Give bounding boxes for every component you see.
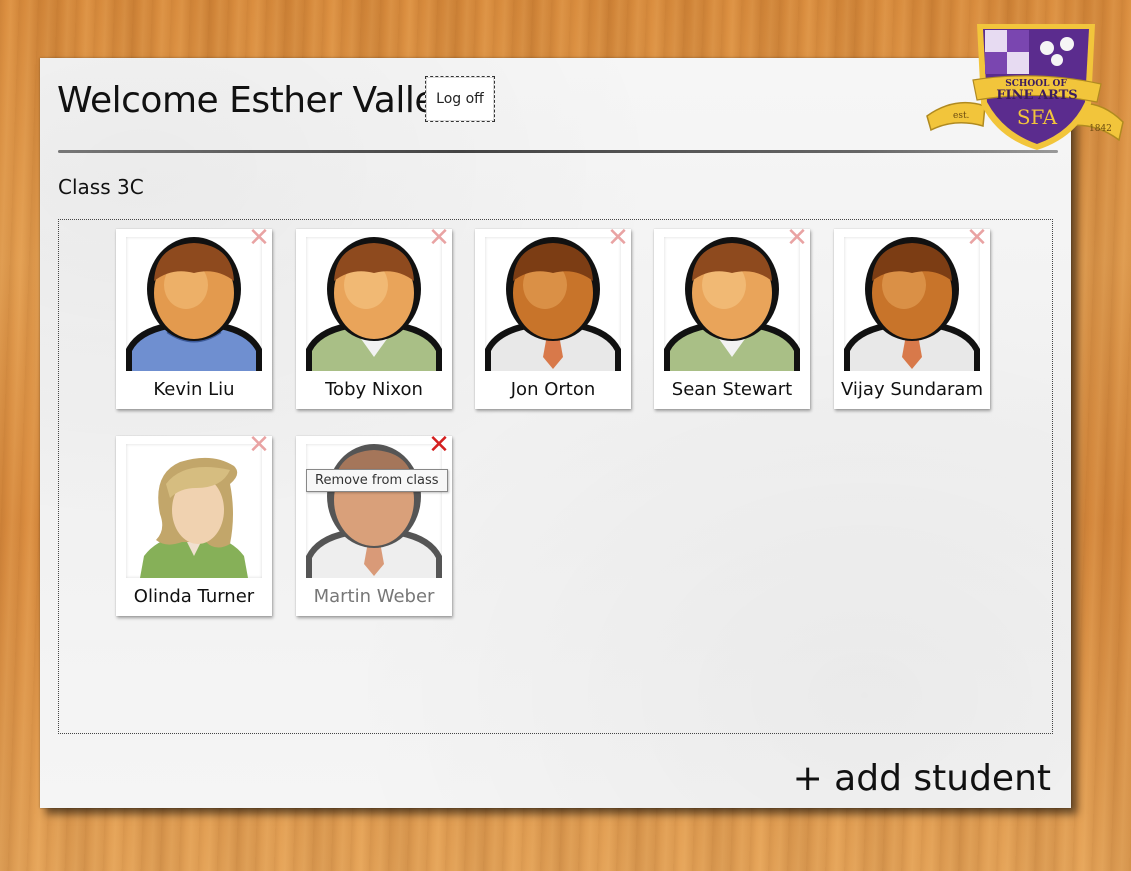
- remove-tooltip: Remove from class: [306, 469, 448, 492]
- student-card[interactable]: ✕ Kevin Liu: [116, 225, 272, 409]
- main-panel: Welcome Esther Valle! Log off Class 3C ✕…: [40, 58, 1071, 808]
- add-student-button[interactable]: + add student: [793, 758, 1051, 799]
- crest-monogram: SFA: [1017, 105, 1058, 129]
- student-name: Vijay Sundaram: [841, 379, 983, 400]
- remove-student-icon[interactable]: ✕: [428, 225, 450, 251]
- welcome-heading: Welcome Esther Valle!: [57, 80, 450, 121]
- male-cardigan-icon: [664, 237, 800, 371]
- header-divider: [58, 150, 1058, 153]
- remove-student-icon[interactable]: ✕: [966, 225, 988, 251]
- remove-student-icon[interactable]: ✕: [248, 432, 270, 458]
- crest-year: 1842: [1089, 124, 1112, 134]
- student-card[interactable]: ✕ Remove from class Martin Weber: [296, 432, 452, 616]
- student-name: Toby Nixon: [325, 379, 423, 400]
- student-roster: ✕ Kevin Liu ✕ Toby Nixon ✕ Jon Orton ✕ S…: [58, 219, 1053, 734]
- male-sweater-icon: [126, 237, 262, 371]
- student-card[interactable]: ✕ Toby Nixon: [296, 225, 452, 409]
- student-name: Martin Weber: [313, 586, 435, 607]
- male-shirt-tie-icon: [485, 237, 621, 371]
- student-card[interactable]: ✕ Sean Stewart: [654, 225, 810, 409]
- remove-student-icon[interactable]: ✕: [786, 225, 808, 251]
- student-name: Sean Stewart: [671, 379, 793, 400]
- remove-student-icon[interactable]: ✕: [607, 225, 629, 251]
- female-icon: [140, 457, 248, 578]
- student-card[interactable]: ✕ Jon Orton: [475, 225, 631, 409]
- avatar: [485, 237, 621, 371]
- avatar: [306, 444, 442, 578]
- student-name: Kevin Liu: [153, 379, 235, 400]
- avatar: [664, 237, 800, 371]
- student-card[interactable]: ✕ Olinda Turner: [116, 432, 272, 616]
- male-shirt-tie-icon: [306, 444, 442, 578]
- school-crest-logo: SCHOOL OF FINE ARTS SFA est. 1842: [926, 24, 1124, 150]
- crest-line2: FINE ARTS: [996, 88, 1077, 103]
- student-name: Olinda Turner: [133, 586, 255, 607]
- class-title: Class 3C: [58, 175, 144, 199]
- male-shirt-tie-icon: [844, 237, 980, 371]
- avatar: [844, 237, 980, 371]
- remove-student-icon[interactable]: ✕: [428, 432, 450, 458]
- male-cardigan-icon: [306, 237, 442, 371]
- avatar: [126, 444, 262, 578]
- student-name: Jon Orton: [510, 379, 596, 400]
- crest-est: est.: [953, 111, 970, 121]
- remove-student-icon[interactable]: ✕: [248, 225, 270, 251]
- log-off-button[interactable]: Log off: [425, 76, 495, 122]
- avatar: [306, 237, 442, 371]
- avatar: [126, 237, 262, 371]
- student-card[interactable]: ✕ Vijay Sundaram: [834, 225, 990, 409]
